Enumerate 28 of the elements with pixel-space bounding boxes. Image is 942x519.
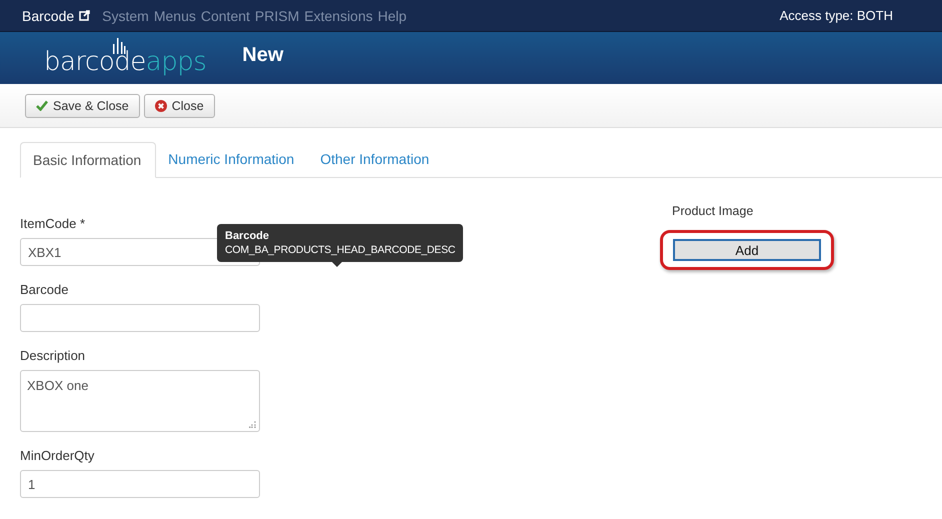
menu-item[interactable]: Extensions [304, 8, 373, 24]
close-button[interactable]: Close [144, 94, 215, 118]
field-label: Description [20, 348, 86, 363]
close-icon [154, 100, 167, 112]
menu-item[interactable]: Menus [154, 8, 196, 24]
input-field[interactable] [20, 304, 260, 332]
tab[interactable]: Numeric Information [156, 142, 308, 178]
add-button[interactable]: Add [673, 239, 821, 261]
menu-item[interactable]: Help [378, 8, 407, 24]
page-title: New [242, 44, 284, 66]
field-label: ItemCode * [20, 216, 86, 231]
menu-item[interactable]: PRISM [254, 8, 300, 24]
access-type: Access type: BOTH [780, 8, 893, 23]
checkmark-icon [36, 100, 48, 111]
external-link-icon [79, 10, 90, 21]
menu-item[interactable]: System [102, 8, 149, 24]
logo: barcodeapps [44, 39, 206, 77]
save-close-button[interactable]: Save & Close [25, 94, 140, 118]
resize-grip-icon [249, 421, 256, 428]
tab[interactable]: Other Information [308, 142, 444, 178]
description-field[interactable]: XBOX one [20, 370, 260, 432]
menu-item[interactable]: Content [200, 8, 250, 24]
tab[interactable]: Basic Information [20, 142, 156, 178]
field-label: Product Image [672, 204, 754, 218]
field-label: MinOrderQty [20, 448, 96, 463]
field-label: Barcode [20, 282, 70, 297]
brand-link[interactable]: Barcode [22, 8, 74, 24]
input-field[interactable]: 1 [20, 470, 260, 498]
